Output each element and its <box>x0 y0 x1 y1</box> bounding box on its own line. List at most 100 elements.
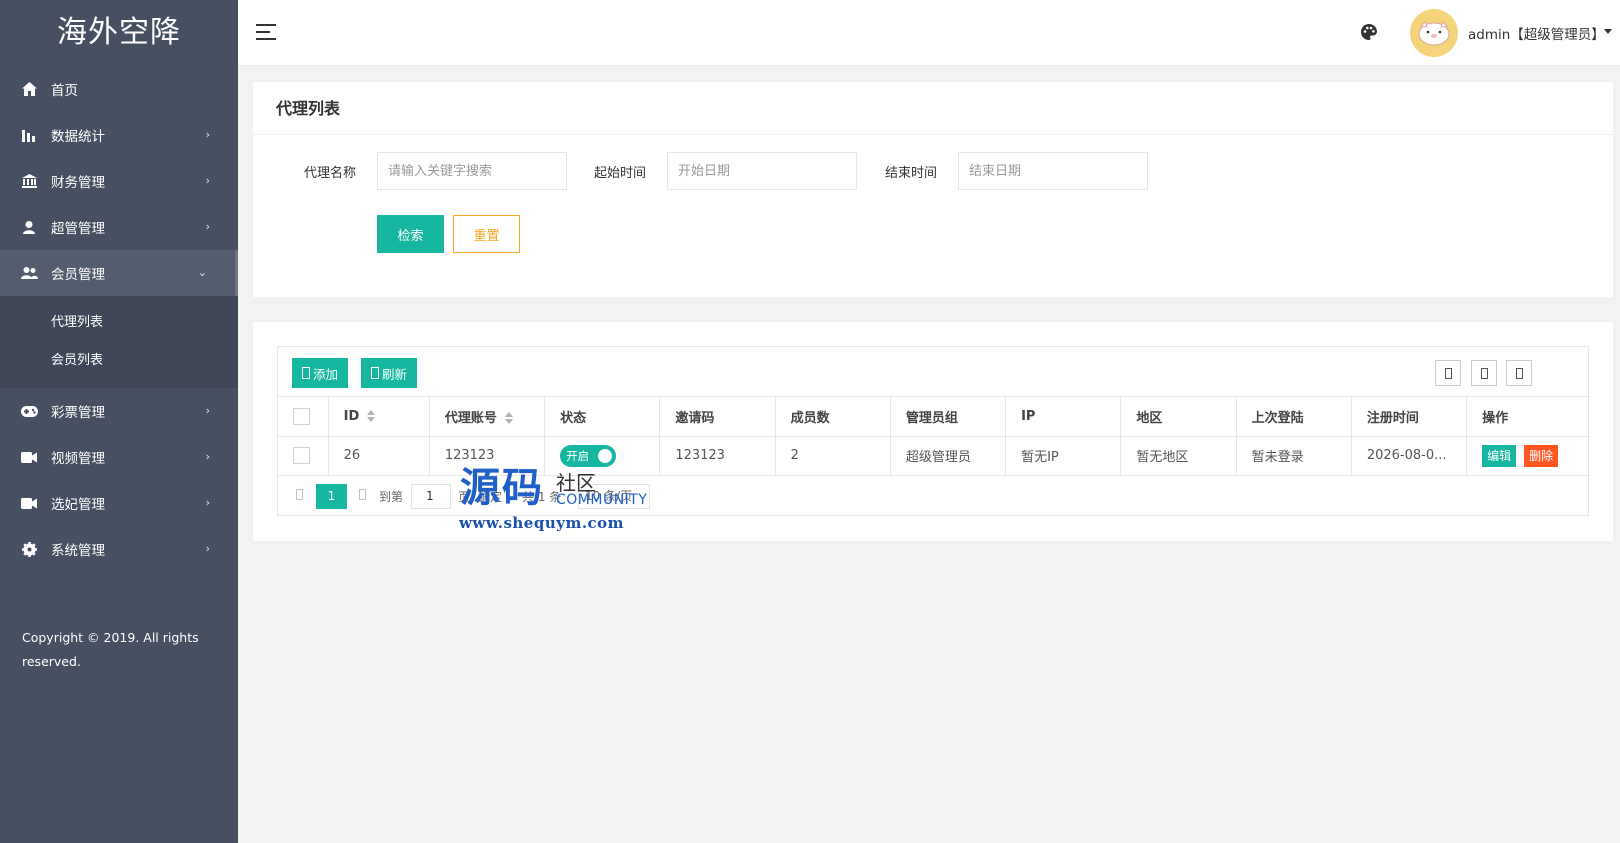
sidebar-item-concubine[interactable]: 选妃管理 › <box>0 480 238 526</box>
chevron-right-icon: › <box>205 496 210 509</box>
sidebar-item-members[interactable]: 会员管理 ⌄ <box>0 250 238 296</box>
edit-button[interactable]: 编辑 <box>1482 444 1517 467</box>
cell-group: 超级管理员 <box>890 436 1007 476</box>
next-page-icon[interactable] <box>359 488 366 500</box>
col-registered: 注册时间 <box>1351 397 1468 437</box>
user-name[interactable]: admin【超级管理员】 <box>1468 23 1605 43</box>
sidebar-item-system[interactable]: 系统管理 › <box>0 526 238 572</box>
sidebar-subitem-members[interactable]: 会员列表 <box>0 342 238 380</box>
chevron-right-icon: › <box>205 128 210 141</box>
cell-region: 暂无地区 <box>1120 436 1237 476</box>
add-icon <box>302 367 310 379</box>
agent-table: ID 代理账号 状态 邀请码 成员数 管理员组 IP 地区 上次登陆 注册时间 … <box>278 397 1588 476</box>
cell-actions: 编辑 删除 <box>1466 436 1588 476</box>
col-admin-group: 管理员组 <box>890 397 1007 437</box>
gamepad-icon <box>20 402 38 420</box>
chevron-right-icon: › <box>205 542 210 555</box>
col-last-login: 上次登陆 <box>1236 397 1352 437</box>
status-toggle[interactable]: 开启 <box>560 444 617 467</box>
users-icon <box>20 264 38 282</box>
total-count: 共 1 条 <box>522 489 562 504</box>
cell-invite-code: 123123 <box>659 436 776 476</box>
export-icon[interactable] <box>1471 360 1497 386</box>
home-icon <box>20 80 38 98</box>
cell-status: 开启 <box>544 436 661 476</box>
cell-ip: 暂无IP <box>1005 436 1122 476</box>
end-date-input[interactable] <box>958 152 1148 190</box>
menu-toggle-icon[interactable] <box>256 24 276 40</box>
col-members: 成员数 <box>775 397 891 437</box>
toggle-knob <box>598 448 613 463</box>
sidebar-item-label: 系统管理 <box>51 543 105 559</box>
sidebar-item-label: 选妃管理 <box>51 497 105 513</box>
table-header-row: ID 代理账号 状态 邀请码 成员数 管理员组 IP 地区 上次登陆 注册时间 … <box>278 397 1588 437</box>
video-icon <box>20 494 38 512</box>
chevron-right-icon: › <box>205 220 210 233</box>
palette-icon[interactable] <box>1360 23 1380 43</box>
sidebar-item-label: 财务管理 <box>51 175 105 191</box>
search-button[interactable]: 检索 <box>377 215 444 253</box>
sidebar: 海外空降 首页 数据统计 › 财务管理 › 超管管理 › 会员管理 ⌄ 代理列表… <box>0 0 238 843</box>
video-icon <box>20 448 38 466</box>
status-toggle-label: 开启 <box>566 448 590 463</box>
page-size-select[interactable]: 10 条/页 <box>578 483 650 509</box>
columns-filter-icon[interactable] <box>1435 360 1461 386</box>
goto-label: 到第 <box>379 489 404 504</box>
select-all-cell <box>278 397 329 437</box>
row-select-cell <box>278 436 329 476</box>
pagination: 1 到第 页 确定 共 1 条 10 条/页 <box>278 476 1588 516</box>
cell-id: 26 <box>328 436 430 476</box>
top-header: admin【超级管理员】 <box>238 0 1620 66</box>
chevron-right-icon: › <box>205 174 210 187</box>
reset-button[interactable]: 重置 <box>453 215 520 253</box>
select-all-checkbox[interactable] <box>293 407 310 425</box>
gear-icon <box>20 540 38 558</box>
print-icon[interactable] <box>1506 360 1532 386</box>
cell-account: 123123 <box>429 436 546 476</box>
sidebar-menu: 首页 数据统计 › 财务管理 › 超管管理 › 会员管理 ⌄ <box>0 66 238 296</box>
goto-confirm-button[interactable]: 确定 <box>478 488 502 505</box>
end-time-label: 结束时间 <box>885 166 938 181</box>
table-panel: 添加 刷新 ID 代理账号 状态 邀请码 成员数 管理员组 IP 地区 上次登陆… <box>253 322 1613 541</box>
col-id[interactable]: ID <box>328 397 430 437</box>
col-actions: 操作 <box>1466 397 1588 437</box>
col-region: 地区 <box>1120 397 1237 437</box>
chevron-right-icon: › <box>205 450 210 463</box>
add-button-label: 添加 <box>313 366 339 382</box>
sidebar-item-lottery[interactable]: 彩票管理 › <box>0 388 238 434</box>
sidebar-item-finance[interactable]: 财务管理 › <box>0 158 238 204</box>
col-invite-code: 邀请码 <box>659 397 776 437</box>
agent-name-input[interactable] <box>377 152 567 190</box>
sidebar-item-label: 彩票管理 <box>51 405 105 421</box>
members-submenu: 代理列表 会员列表 <box>0 296 238 388</box>
agent-name-label: 代理名称 <box>304 166 357 181</box>
sidebar-item-video[interactable]: 视频管理 › <box>0 434 238 480</box>
sidebar-subitem-agents[interactable]: 代理列表 <box>0 304 238 342</box>
user-icon <box>20 218 38 236</box>
sidebar-item-home[interactable]: 首页 <box>0 66 238 112</box>
start-date-input[interactable] <box>667 152 857 190</box>
search-panel: 代理列表 代理名称 起始时间 结束时间 检索 重置 <box>253 82 1613 297</box>
row-checkbox[interactable] <box>293 447 310 464</box>
sort-icon[interactable] <box>367 410 376 423</box>
sidebar-item-label: 视频管理 <box>51 451 105 467</box>
col-account[interactable]: 代理账号 <box>429 397 546 437</box>
table-row: 26 123123 开启 123123 2 超级管理员 暂无IP 暂无地区 暂未… <box>278 436 1588 476</box>
sidebar-item-stats[interactable]: 数据统计 › <box>0 112 238 158</box>
refresh-button[interactable]: 刷新 <box>361 358 418 388</box>
add-button[interactable]: 添加 <box>292 358 349 388</box>
refresh-icon <box>371 367 379 379</box>
sidebar-item-superadmin[interactable]: 超管管理 › <box>0 204 238 250</box>
sort-icon[interactable] <box>504 412 514 425</box>
avatar[interactable] <box>1410 9 1458 57</box>
caret-down-icon[interactable] <box>1604 29 1612 34</box>
delete-button[interactable]: 删除 <box>1524 444 1559 467</box>
current-page[interactable]: 1 <box>316 483 347 509</box>
chevron-right-icon: › <box>205 404 210 417</box>
prev-page-icon[interactable] <box>296 488 303 500</box>
sidebar-item-label: 首页 <box>51 83 78 99</box>
goto-page-input[interactable] <box>411 483 451 509</box>
page-title: 代理列表 <box>253 82 1613 135</box>
sidebar-item-label: 数据统计 <box>51 129 105 145</box>
bank-icon <box>20 172 38 190</box>
